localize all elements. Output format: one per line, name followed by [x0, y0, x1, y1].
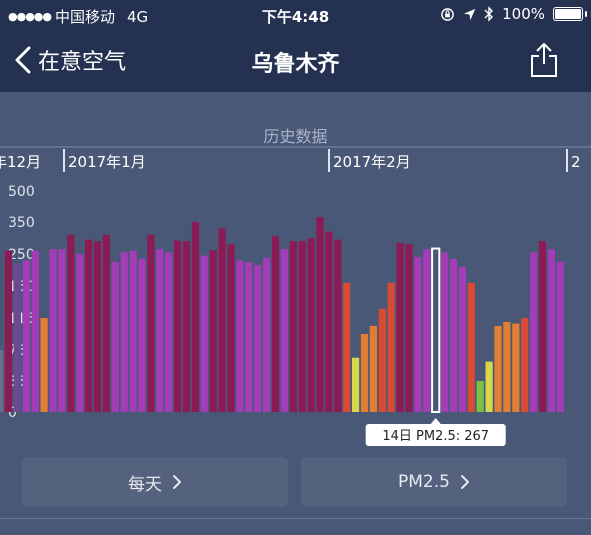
bar	[156, 249, 164, 412]
bar	[467, 282, 475, 412]
month-label: 2017年1月	[68, 153, 146, 171]
bar	[449, 258, 458, 412]
period-button[interactable]: 每天	[22, 457, 288, 507]
period-label: 每天	[128, 474, 162, 495]
bar	[22, 260, 30, 412]
bar	[360, 334, 369, 412]
bar	[325, 231, 333, 412]
bar	[369, 326, 377, 412]
bar	[458, 266, 466, 412]
bar	[227, 244, 235, 412]
bar	[352, 357, 360, 412]
bar	[40, 318, 48, 412]
bar	[343, 282, 351, 412]
metric-button[interactable]: PM2.5	[301, 457, 567, 507]
chevron-right-icon	[173, 475, 181, 489]
tooltip-pointer	[430, 418, 441, 424]
bar	[236, 260, 244, 412]
bar	[76, 254, 84, 412]
bar	[182, 241, 191, 412]
bar	[254, 265, 262, 412]
bar	[280, 249, 288, 412]
month-label: 2017年2月	[333, 153, 411, 171]
bar	[67, 234, 75, 412]
status-bar: ●●●●● 中国移动 4G 下午4:48 100%	[0, 0, 591, 30]
bar	[414, 257, 422, 412]
bar	[174, 240, 182, 412]
bar	[405, 244, 413, 412]
bar	[396, 242, 404, 412]
bar	[289, 241, 297, 412]
battery-icon	[553, 7, 587, 21]
bar	[485, 361, 493, 412]
bar	[476, 381, 484, 412]
divider	[0, 518, 591, 519]
bar	[111, 262, 119, 412]
bar	[387, 282, 395, 412]
bar	[85, 239, 93, 412]
bar	[102, 234, 110, 412]
bar	[441, 252, 449, 412]
bar	[147, 234, 155, 412]
bar	[423, 249, 431, 412]
bar	[138, 258, 146, 412]
bar	[263, 257, 271, 412]
bar	[538, 241, 547, 412]
pm25-history-chart[interactable]: 年12月2017年1月2017年2月2035751151502503505001…	[0, 92, 591, 447]
page-title: 乌鲁木齐	[251, 52, 340, 77]
bluetooth-icon	[484, 6, 494, 22]
bar	[512, 323, 520, 412]
month-label: 2	[571, 153, 581, 171]
bar	[378, 308, 386, 412]
bar	[0, 350, 4, 412]
bar	[298, 241, 306, 412]
bar	[556, 262, 564, 412]
bar	[503, 322, 511, 412]
tooltip-text: 14日 PM2.5: 267	[382, 429, 489, 444]
bar	[200, 255, 208, 412]
bar	[165, 252, 173, 412]
bar	[316, 216, 324, 412]
bar	[494, 326, 502, 412]
bar	[218, 228, 226, 412]
bar	[31, 250, 39, 412]
location-icon	[463, 8, 476, 20]
month-label: 年12月	[0, 153, 41, 171]
bar	[245, 262, 253, 412]
bar	[521, 318, 529, 412]
bar	[13, 263, 21, 412]
bar	[58, 249, 66, 412]
chevron-right-icon	[460, 475, 469, 489]
battery-percent: 100%	[502, 5, 545, 23]
y-tick-label: 500	[8, 184, 35, 200]
bar	[547, 249, 555, 412]
bar	[93, 241, 102, 412]
orientation-lock-icon	[441, 7, 454, 21]
bar	[530, 252, 538, 412]
bar	[307, 238, 315, 412]
bar	[191, 222, 199, 412]
bar	[129, 250, 137, 412]
bar	[49, 249, 57, 412]
bar	[120, 252, 128, 412]
bar	[4, 250, 13, 412]
selected-bar	[431, 247, 441, 413]
bar	[271, 236, 280, 412]
metric-label: PM2.5	[398, 472, 450, 492]
bar	[209, 250, 217, 412]
share-icon[interactable]	[529, 42, 559, 78]
navigation-bar: 在意空气 乌鲁木齐	[0, 30, 591, 92]
y-tick-label: 350	[8, 215, 35, 231]
bar	[334, 239, 342, 412]
